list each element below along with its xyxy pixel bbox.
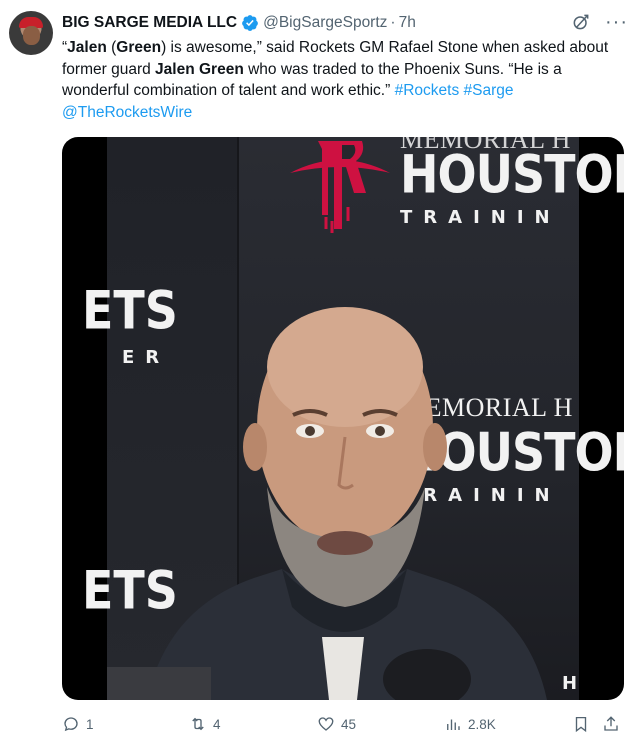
author-handle[interactable]: @BigSargeSportz [263, 14, 387, 32]
reply-button[interactable]: 1 [62, 712, 94, 736]
tweet-top-actions: ··· [571, 12, 628, 32]
backdrop-training-1: TRAININ [400, 207, 561, 228]
text-bold: Jalen [67, 39, 107, 56]
more-icon[interactable]: ··· [605, 12, 628, 32]
tweet-video[interactable]: MEMORIAL H HOUSTON TRAININ ETS ER MEMORI… [62, 137, 624, 700]
bookmark-icon [575, 716, 587, 733]
rockets-logo-icon [290, 141, 390, 233]
tweet-text: “Jalen (Green) is awesome,” said Rockets… [62, 37, 622, 123]
tweet-header: BIG SARGE MEDIA LLC @BigSargeSportz · 7h [62, 12, 416, 34]
author-name[interactable]: BIG SARGE MEDIA LLC [62, 14, 237, 32]
text-part: ( [106, 39, 117, 56]
text-bold: Green [116, 39, 162, 56]
bookmark-button[interactable] [572, 712, 590, 736]
tweet-actions: 1 4 45 2.8K [62, 712, 626, 736]
share-icon [604, 716, 618, 731]
views-count: 2.8K [468, 716, 496, 732]
like-icon [318, 717, 334, 731]
hashtag-sarge[interactable]: #Sarge [464, 82, 514, 99]
reply-count: 1 [86, 716, 94, 732]
repost-icon [192, 717, 204, 731]
reply-icon [64, 717, 78, 732]
grok-icon[interactable] [571, 12, 591, 32]
views-button[interactable]: 2.8K [444, 712, 496, 736]
avatar-face [23, 26, 40, 45]
repost-count: 4 [213, 716, 221, 732]
hashtag-rockets[interactable]: #Rockets [395, 82, 460, 99]
separator-dot: · [390, 14, 396, 31]
verified-badge-icon [242, 15, 258, 31]
repost-button[interactable]: 4 [189, 712, 221, 736]
share-button[interactable] [602, 712, 620, 736]
like-button[interactable]: 45 [317, 712, 356, 736]
text-bold: Jalen Green [155, 60, 244, 78]
speaker-figure [107, 307, 547, 700]
backdrop-houston-1: HOUSTON [400, 143, 624, 206]
avatar[interactable] [9, 11, 53, 55]
mention-therocketswire[interactable]: @TheRocketsWire [62, 104, 192, 121]
views-icon [447, 719, 460, 730]
timestamp[interactable]: 7h [399, 14, 416, 32]
like-count: 45 [341, 716, 357, 732]
